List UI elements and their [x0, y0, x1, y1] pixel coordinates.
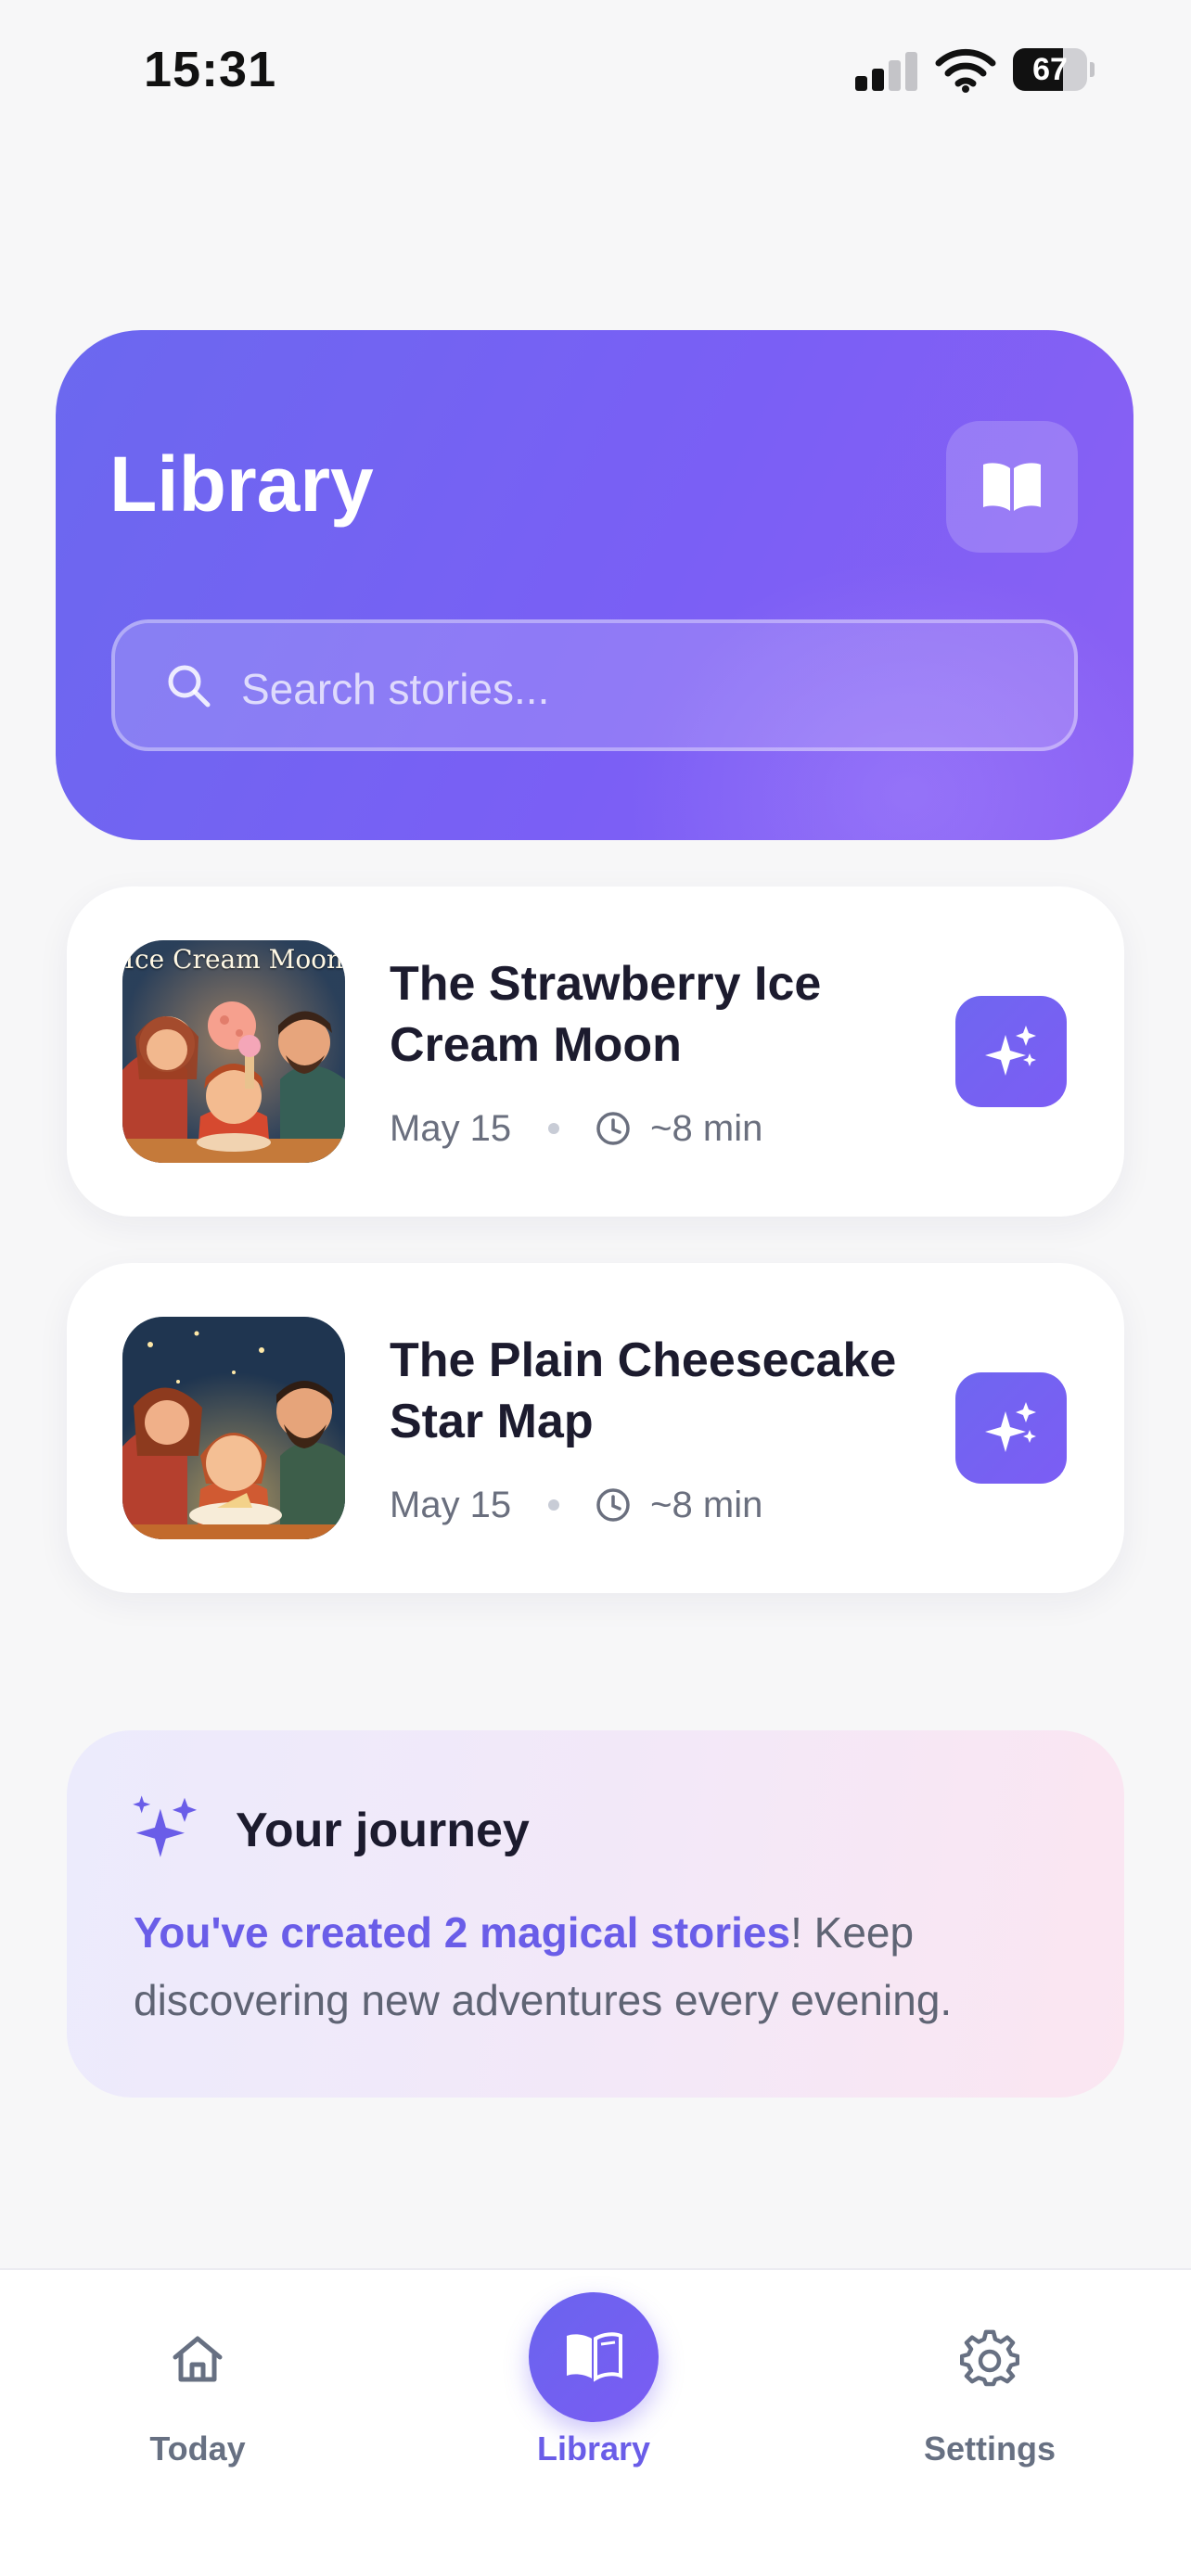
meta-separator — [548, 1499, 560, 1511]
battery-indicator: 67 — [1013, 48, 1095, 91]
story-cover-image — [122, 1317, 345, 1539]
home-icon — [173, 2336, 223, 2382]
gear-icon — [960, 2329, 1019, 2387]
journey-title: Your journey — [236, 1804, 530, 1857]
search-icon — [168, 665, 211, 708]
sparkles-icon — [133, 1795, 198, 1857]
nav-label: Settings — [923, 2429, 1056, 2468]
open-book-icon — [567, 2332, 622, 2382]
story-duration: ~8 min — [650, 1484, 763, 1525]
battery-percent: 67 — [1032, 52, 1068, 87]
nav-label: Today — [149, 2429, 246, 2468]
search-placeholder: Search stories... — [241, 665, 550, 713]
journey-description: You've created 2 magical stories! Keep d… — [134, 1899, 1070, 2034]
story-card[interactable]: Ice Cream Moon The Strawberry Ice Cream … — [67, 886, 1124, 1217]
journey-card: Your journey You've created 2 magical st… — [67, 1730, 1124, 2098]
open-book-icon — [983, 463, 1041, 511]
nav-label: Library — [536, 2429, 651, 2468]
nav-active-indicator — [529, 2292, 659, 2422]
story-cover-image: Ice Cream Moon — [122, 940, 345, 1163]
story-title: The Plain Cheesecake Star Map — [390, 1333, 897, 1448]
story-title: The Strawberry Ice Cream Moon — [390, 957, 822, 1072]
nav-item-settings[interactable]: Settings — [869, 2329, 1110, 2515]
story-card[interactable]: The Plain Cheesecake Star Map May 15 ~8 … — [67, 1263, 1124, 1593]
nav-item-library[interactable]: Library — [473, 2292, 714, 2515]
search-input[interactable]: Search stories... — [111, 619, 1078, 751]
meta-separator — [548, 1123, 560, 1134]
sparkles-icon — [985, 1026, 1036, 1076]
story-meta: May 15 ~8 min — [390, 1105, 762, 1152]
library-header-card: Library Search stories... — [56, 330, 1133, 840]
nav-item-today[interactable]: Today — [77, 2329, 318, 2515]
bottom-nav: Today Library Settings — [0, 2268, 1191, 2576]
cellular-signal-icon — [855, 52, 917, 91]
library-book-button[interactable] — [946, 421, 1078, 553]
story-date: May 15 — [390, 1484, 512, 1525]
page-title: Library — [109, 440, 374, 528]
story-magic-button[interactable] — [955, 996, 1067, 1107]
wifi-icon — [935, 48, 996, 93]
story-meta: May 15 ~8 min — [390, 1482, 762, 1528]
sparkles-icon — [985, 1402, 1036, 1452]
clock-icon — [596, 1112, 630, 1145]
story-duration: ~8 min — [650, 1107, 763, 1149]
story-date: May 15 — [390, 1107, 512, 1149]
clock-icon — [596, 1488, 630, 1522]
status-bar: 15:31 67 — [0, 0, 1191, 139]
story-cover-title: Ice Cream Moon — [123, 944, 344, 975]
status-time: 15:31 — [144, 42, 277, 97]
journey-highlight: You've created 2 magical stories — [134, 1908, 791, 1957]
story-magic-button[interactable] — [955, 1372, 1067, 1484]
